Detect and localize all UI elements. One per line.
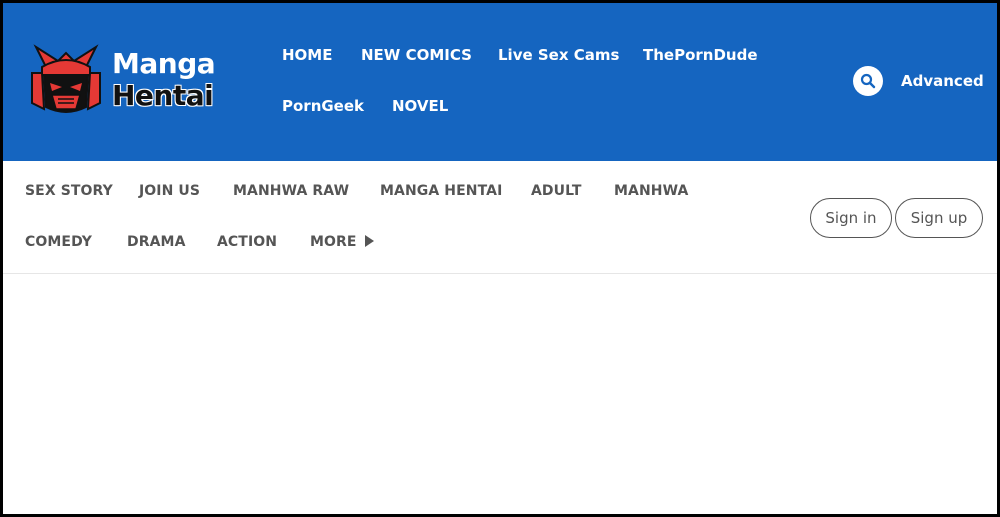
nav-live-sex-cams[interactable]: Live Sex Cams	[498, 46, 619, 64]
logo-text-hentai: Hentai	[112, 79, 214, 112]
category-adult[interactable]: ADULT	[531, 183, 581, 199]
advanced-search-link[interactable]: Advanced	[901, 72, 984, 90]
sign-in-button[interactable]: Sign in	[810, 198, 892, 238]
site-logo[interactable]: Manga Hentai	[28, 43, 228, 121]
nav-theporndude[interactable]: ThePornDude	[643, 46, 758, 64]
category-sex-story[interactable]: SEX STORY	[25, 183, 113, 199]
more-menu[interactable]: MORE	[310, 234, 374, 250]
category-join-us[interactable]: JOIN US	[139, 183, 200, 199]
samurai-mask-icon	[31, 44, 101, 113]
category-manhwa[interactable]: MANHWA	[614, 183, 688, 199]
category-manhwa-raw[interactable]: MANHWA RAW	[233, 183, 349, 199]
nav-novel[interactable]: NOVEL	[392, 97, 448, 115]
page-frame: Manga Hentai HOME NEW COMICS Live Sex Ca…	[0, 0, 1000, 517]
logo-text-manga: Manga	[112, 47, 216, 80]
category-comedy[interactable]: COMEDY	[25, 234, 92, 250]
nav-porngeek[interactable]: PornGeek	[282, 97, 364, 115]
category-drama[interactable]: DRAMA	[127, 234, 186, 250]
search-button[interactable]	[853, 66, 883, 96]
more-label: MORE	[310, 234, 357, 250]
category-manga-hentai[interactable]: MANGA HENTAI	[380, 183, 502, 199]
site-header: Manga Hentai HOME NEW COMICS Live Sex Ca…	[3, 3, 997, 161]
search-icon	[860, 73, 876, 89]
nav-home[interactable]: HOME	[282, 46, 332, 64]
category-action[interactable]: ACTION	[217, 234, 277, 250]
caret-right-icon	[364, 235, 374, 247]
sign-up-button[interactable]: Sign up	[895, 198, 983, 238]
nav-new-comics[interactable]: NEW COMICS	[361, 46, 472, 64]
category-nav: SEX STORY JOIN US MANHWA RAW MANGA HENTA…	[3, 161, 997, 274]
